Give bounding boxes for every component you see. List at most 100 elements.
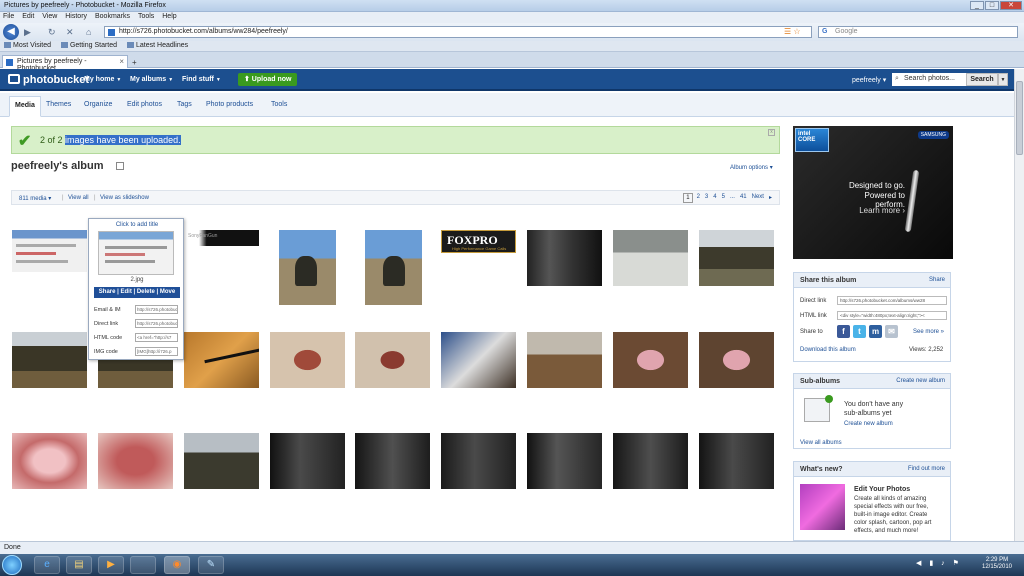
menu-edit[interactable]: Edit (19, 12, 37, 20)
search-engine-box[interactable]: G Google (818, 26, 1018, 38)
close-window-button[interactable]: ✕ (1000, 1, 1022, 10)
tab-tools[interactable]: Tools (271, 101, 287, 108)
page-1[interactable]: 1 (683, 193, 693, 203)
scrollbar-thumb[interactable] (1016, 81, 1023, 155)
create-album-link[interactable]: Create new album (896, 378, 945, 384)
see-more-link[interactable]: See more » (913, 329, 944, 335)
menu-view[interactable]: View (39, 12, 60, 20)
minimize-button[interactable]: _ (970, 1, 984, 10)
view-all-albums-link[interactable]: View all albums (800, 440, 842, 446)
menu-bookmarks[interactable]: Bookmarks (92, 12, 133, 20)
thumbnail-trailcam-6[interactable] (613, 433, 688, 489)
firefox-icon[interactable]: ◉ (164, 556, 190, 574)
thumbnail-meat-1[interactable] (270, 332, 345, 388)
thumbnail-foxpro-logo[interactable]: FOXPRO High Performance Game Calls (441, 230, 516, 253)
forward-button[interactable]: ▶ (24, 27, 31, 38)
tab-themes[interactable]: Themes (46, 101, 71, 108)
thumbnail-deer-head-2[interactable] (613, 332, 688, 388)
thumbnail-snow-woods[interactable] (613, 230, 688, 286)
thumbnail-forest-1[interactable] (699, 230, 774, 286)
photobucket-logo[interactable]: photobucket (8, 74, 89, 86)
email-icon[interactable]: ✉ (885, 325, 898, 338)
upload-now-button[interactable]: ⬆ Upload now (238, 73, 298, 86)
thumbnail-hunter-2[interactable] (365, 230, 422, 305)
internet-explorer-icon[interactable]: e (34, 556, 60, 574)
back-button[interactable]: ◀ (3, 24, 19, 40)
search-button[interactable]: Search (966, 73, 998, 86)
share-link[interactable]: Share (929, 277, 945, 283)
window-titlebar[interactable]: Pictures by peefreely - Photobucket - Mo… (0, 0, 1024, 12)
page-2[interactable]: 2 (696, 193, 701, 203)
album-options-link[interactable]: Album options ▾ (730, 164, 773, 171)
view-all-link[interactable]: View all (68, 195, 89, 201)
tab-media[interactable]: Media (9, 96, 41, 117)
email-im-field[interactable]: http://s726.photobuck (135, 305, 178, 314)
thumbnail-trailcam-5[interactable] (527, 433, 602, 489)
samsung-advertisement[interactable]: intel CORE SAMSUNG Designed to go. Power… (793, 126, 953, 259)
find-out-more-link[interactable]: Find out more (908, 466, 945, 472)
page-41[interactable]: 41 (739, 193, 748, 203)
feed-bookmark-icon[interactable]: ☰ ☆ (784, 27, 801, 36)
tab-close-icon[interactable]: × (119, 57, 124, 66)
thumbnail-hunter-1[interactable] (279, 230, 336, 305)
page-3[interactable]: 3 (704, 193, 709, 203)
add-title-link[interactable]: Click to add title (89, 222, 185, 228)
html-code-field[interactable]: <a href="http://s7 (135, 333, 178, 342)
thumbnail-meat-4[interactable] (98, 433, 173, 489)
home-button[interactable]: ⌂ (86, 27, 91, 37)
thumbnail-trailcam-1[interactable] (527, 230, 602, 286)
taskbar-clock[interactable]: 2:29 PM 12/15/2010 (976, 557, 1018, 571)
thumbnail-forest-2[interactable] (12, 332, 87, 388)
menu-history[interactable]: History (62, 12, 90, 20)
file-explorer-icon[interactable]: ▤ (66, 556, 92, 574)
share-edit-delete-move-buttons[interactable]: Share | Edit | Delete | Move (94, 287, 180, 298)
tab-photo-products[interactable]: Photo products (206, 101, 253, 108)
direct-link-field[interactable]: http://s726.photobuc (135, 319, 178, 328)
album-html-link-field[interactable]: <div style="width:480px;text-align:right… (837, 311, 947, 320)
thumbnail-trailcam-3[interactable] (355, 433, 430, 489)
stop-button[interactable]: ✕ (66, 27, 74, 38)
user-menu[interactable]: peefreely ▾ (852, 76, 886, 84)
menu-help[interactable]: Help (159, 12, 179, 20)
thumbnail-field[interactable] (184, 433, 259, 489)
menu-tools[interactable]: Tools (135, 12, 157, 20)
page-5[interactable]: 5 (721, 193, 726, 203)
bookmark-most-visited[interactable]: Most Visited (0, 41, 55, 49)
browser-tab[interactable]: Pictures by peefreely - Photobucket × (2, 55, 128, 72)
create-new-album-link[interactable]: Create new album (844, 421, 893, 427)
bookmark-getting-started[interactable]: Getting Started (57, 41, 121, 49)
privacy-lock-icon[interactable] (116, 162, 124, 170)
tab-tags[interactable]: Tags (177, 101, 192, 108)
page-4[interactable]: 4 (712, 193, 717, 203)
search-type-dropdown[interactable]: ▼ (998, 73, 1008, 86)
next-arrow-icon[interactable]: ▸ (768, 193, 773, 203)
popup-preview-image[interactable] (98, 231, 174, 275)
close-notice-icon[interactable]: x (768, 129, 775, 136)
reload-button[interactable]: ↻ (48, 27, 56, 38)
album-direct-link-field[interactable]: http://s726.photobucket.com/albums/ww28 (837, 296, 947, 305)
nav-find-stuff[interactable]: Find stuff ▼ (182, 76, 221, 83)
menu-file[interactable]: File (0, 12, 17, 20)
nav-my-home[interactable]: My home ▼ (84, 76, 121, 83)
thumbnail-table-bone[interactable] (184, 332, 259, 388)
facebook-icon[interactable]: f (837, 325, 850, 338)
page-scrollbar[interactable] (1014, 69, 1024, 541)
ad-learn-more[interactable]: Learn more › (833, 206, 905, 215)
new-tab-button[interactable]: + (132, 58, 137, 67)
paint-icon[interactable]: ✎ (198, 556, 224, 574)
myspace-icon[interactable]: m (869, 325, 882, 338)
thumbnail-deer-head-3[interactable] (699, 332, 774, 388)
thumbnail-trailcam-2[interactable] (270, 433, 345, 489)
maximize-button[interactable]: □ (985, 1, 999, 10)
thumbnail-trailcam-4[interactable] (441, 433, 516, 489)
nav-my-albums[interactable]: My albums ▼ (130, 76, 173, 83)
bookmark-latest-headlines[interactable]: Latest Headlines (123, 41, 192, 49)
download-album-link[interactable]: Download this album (800, 347, 856, 353)
thumbnail-trailcam-7[interactable] (699, 433, 774, 489)
app-icon[interactable] (130, 556, 156, 574)
thumbnail-banner[interactable]: SonyFanGun (184, 230, 259, 246)
start-button[interactable] (2, 555, 22, 575)
address-bar[interactable]: http://s726.photobucket.com/albums/ww284… (104, 26, 812, 38)
view-slideshow-link[interactable]: View as slideshow (100, 195, 149, 201)
twitter-icon[interactable]: t (853, 325, 866, 338)
